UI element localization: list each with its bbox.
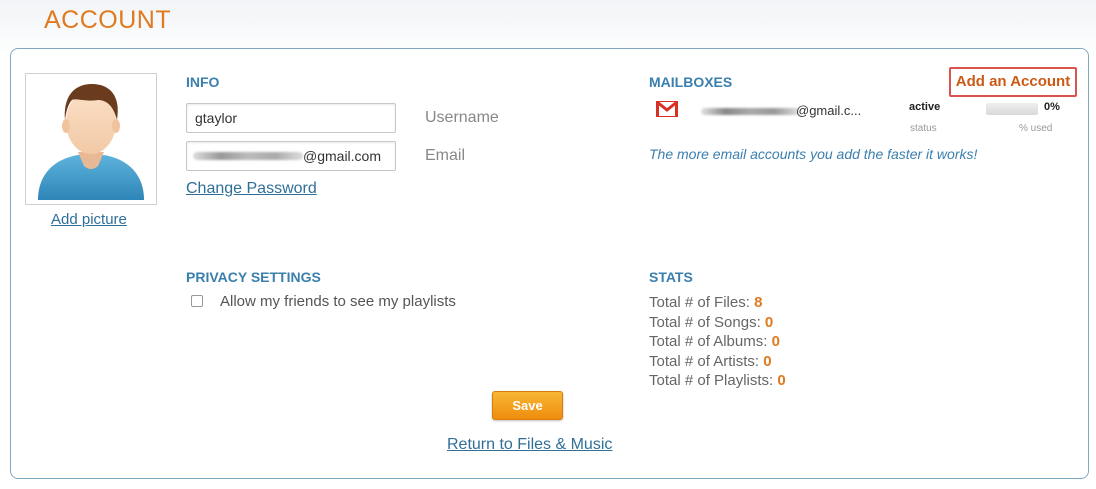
percent-used-caption: % used [1019,123,1053,134]
stat-value: 0 [771,333,780,351]
stat-value: 0 [777,372,786,390]
privacy-settings-heading: PRIVACY SETTINGS [186,269,321,285]
mailbox-percent-used: 0% [1044,101,1060,113]
username-label: Username [425,109,499,126]
username-field[interactable] [186,103,396,133]
return-to-files-link[interactable]: Return to Files & Music [447,436,612,454]
mailboxes-heading: MAILBOXES [649,74,733,90]
stat-value: 8 [754,294,763,311]
stat-label: Total # of Files: [649,294,750,311]
status-caption: status [910,123,937,134]
page-title: ACCOUNT [44,6,172,34]
avatar[interactable] [25,73,157,205]
mailboxes-tagline: The more email accounts you add the fast… [649,146,978,162]
stat-label: Total # of Playlists: [649,372,774,390]
mailbox-usage-bar [986,103,1038,115]
stat-label: Total # of Artists: [649,352,760,370]
stat-row-artists: Total # of Artists: 0 [649,352,786,372]
stat-value: 0 [764,313,774,331]
playlists-visibility-label[interactable]: Allow my friends to see my playlists [220,293,456,310]
save-button[interactable]: Save [492,391,563,420]
playlists-visibility-checkbox[interactable] [191,295,203,307]
email-field-value: @gmail.com [303,148,382,164]
email-field[interactable]: @gmail.com [186,141,396,171]
email-label: Email [425,147,466,164]
mailbox-email: @gmail.c... [796,103,862,118]
add-account-button[interactable]: Add an Account [949,67,1077,97]
stat-row-playlists: Total # of Playlists: 0 [649,371,786,391]
redacted-mailbox-blur [701,108,799,115]
mailbox-status: active [909,101,941,113]
user-silhouette-icon [38,84,144,200]
stats-list: Total # of Files: 8 Total # of Songs: 0 … [649,293,786,391]
redacted-email-blur [193,152,303,160]
change-password-link[interactable]: Change Password [186,180,317,198]
account-panel: Add picture INFO Username @gmail.com Ema… [10,48,1089,479]
stat-label: Total # of Albums: [649,333,768,351]
stat-label: Total # of Songs: [649,313,761,331]
info-heading: INFO [186,74,220,90]
stat-row-albums: Total # of Albums: 0 [649,332,786,352]
stat-row-files: Total # of Files: 8 [649,293,786,313]
stat-value: 0 [763,352,772,370]
stat-row-songs: Total # of Songs: 0 [649,313,786,333]
gmail-icon [656,101,678,117]
add-picture-link[interactable]: Add picture [51,211,127,228]
stats-heading: STATS [649,269,693,285]
